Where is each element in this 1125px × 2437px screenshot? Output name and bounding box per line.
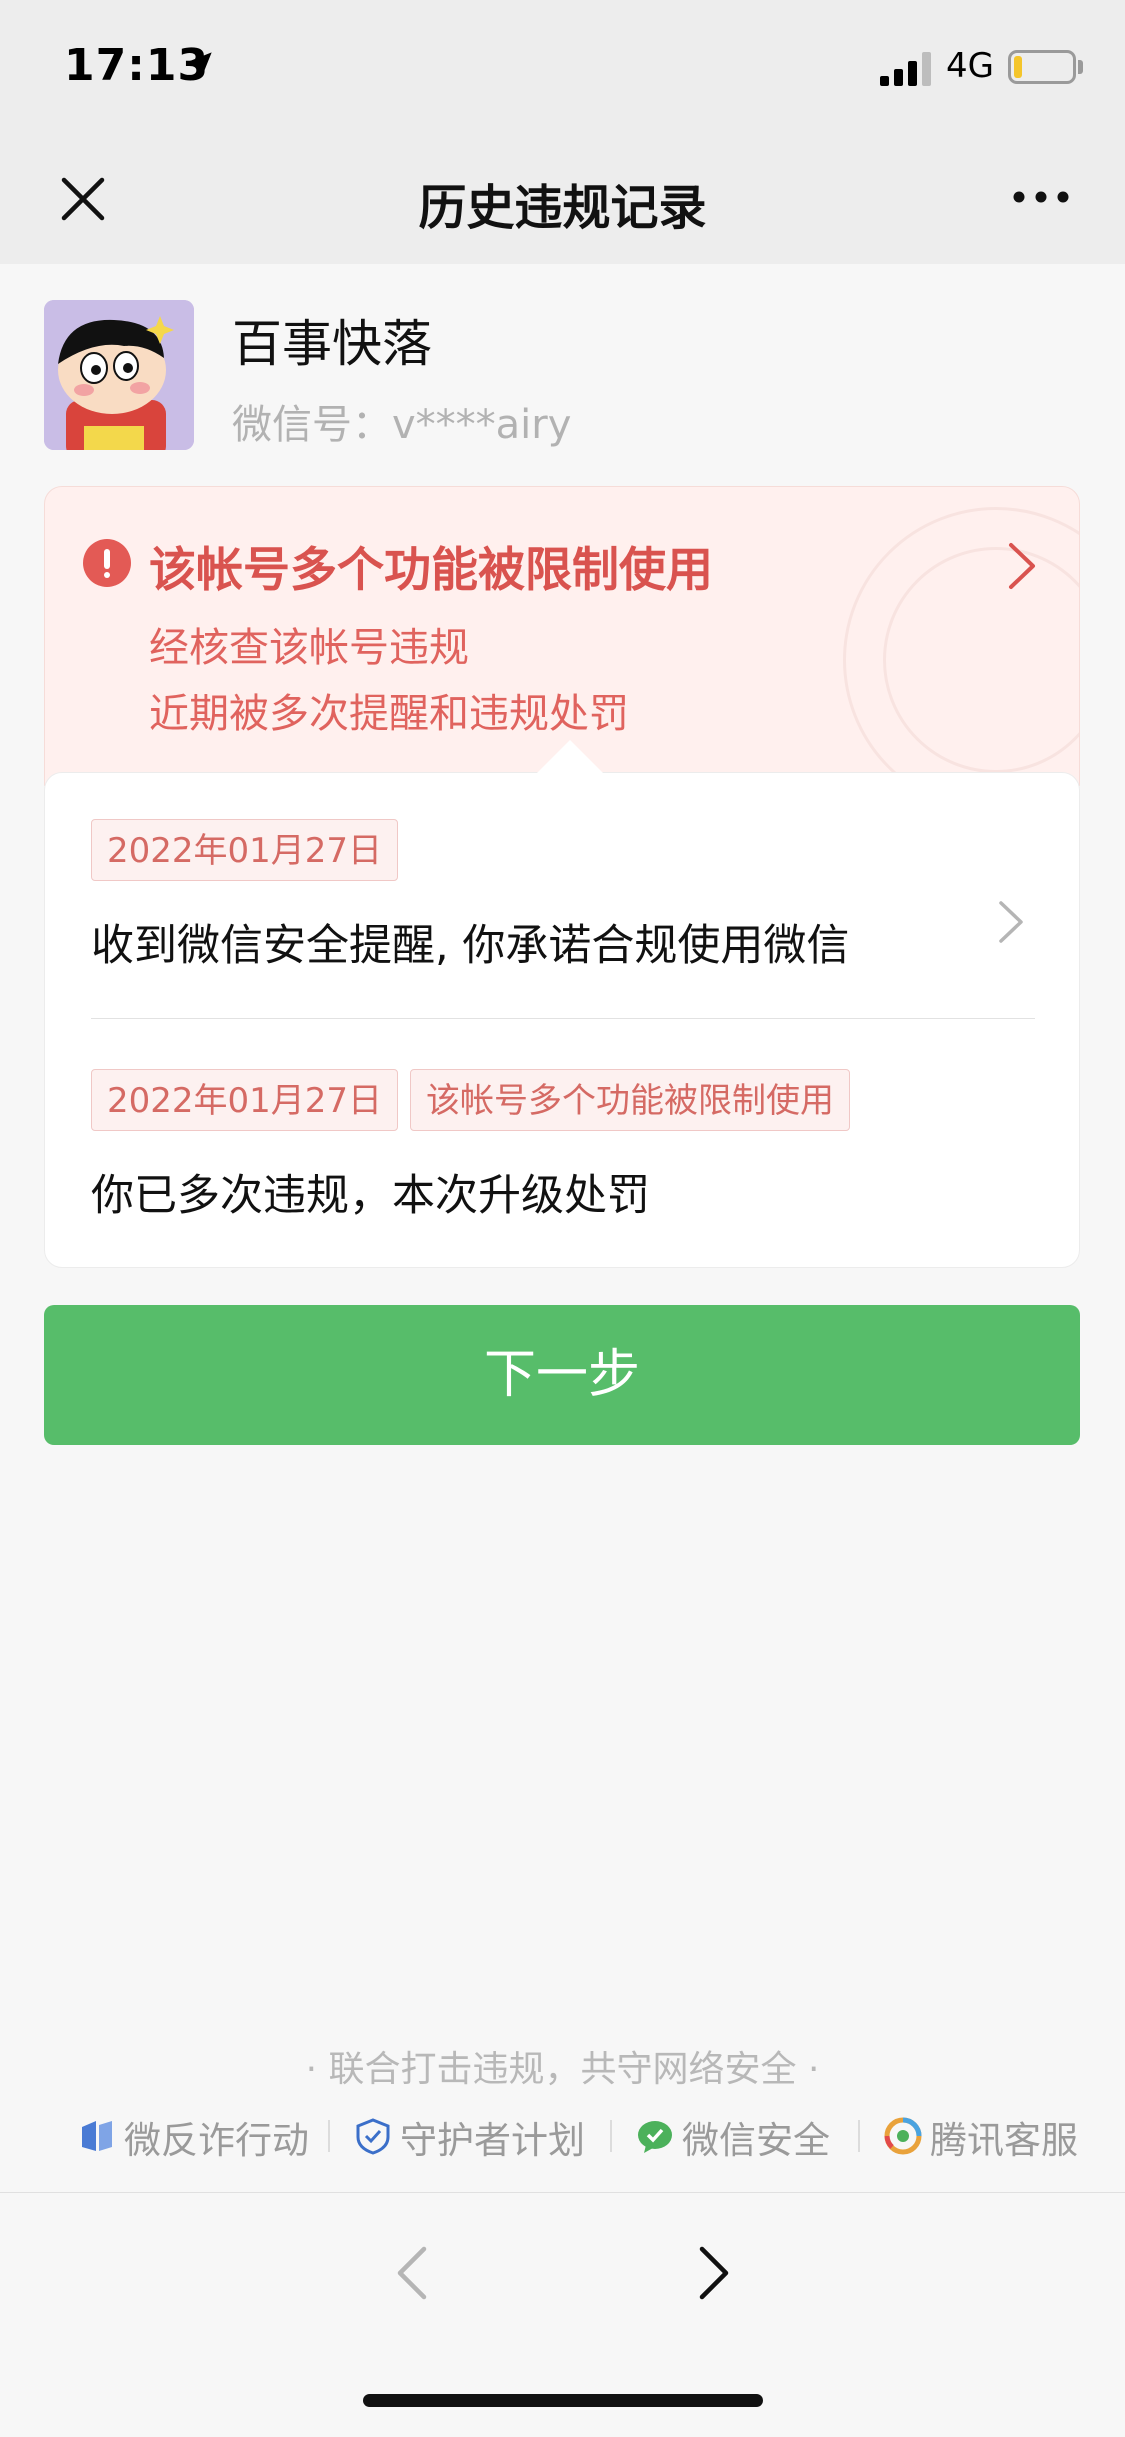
battery-icon: [1008, 50, 1076, 84]
record-date-tag: 2022年01月27日: [91, 1069, 399, 1131]
more-icon[interactable]: [1012, 182, 1070, 212]
card-pointer: [536, 740, 604, 774]
link-label: 微反诈行动: [124, 2119, 309, 2162]
wechat-security-icon: [638, 2121, 672, 2153]
notice-line: 经核查该帐号违规: [149, 625, 469, 671]
notice-line: 近期被多次提醒和违规处罚: [149, 691, 629, 737]
record-text: 你已多次违规，本次升级处罚: [91, 1171, 650, 1221]
record-item[interactable]: 2022年01月27日 该帐号多个功能被限制使用 你已多次违规，本次升级处罚: [45, 1069, 1081, 1259]
link-label: 守护者计划: [400, 2119, 585, 2162]
footer-links: 微反诈行动 守护者计划 微信安全 腾讯客服: [0, 2108, 1125, 2164]
chevron-right-icon: [1009, 543, 1035, 589]
status-bar: 17:13 4G: [0, 0, 1125, 132]
location-arrow-icon: [188, 52, 212, 76]
tencent-support-icon: [884, 2117, 922, 2155]
anti-fraud-icon: [82, 2121, 112, 2151]
back-arrow-icon[interactable]: [392, 2243, 432, 2303]
network-type: 4G: [946, 46, 994, 86]
record-date-tag: 2022年01月27日: [91, 819, 399, 881]
link-separator: [328, 2120, 330, 2152]
avatar: [44, 300, 194, 450]
divider: [91, 1018, 1035, 1019]
link-label: 腾讯客服: [930, 2119, 1078, 2162]
profile-nickname: 百事快落: [232, 315, 432, 373]
link-separator: [858, 2120, 860, 2152]
battery-tip: [1078, 60, 1083, 74]
guardian-plan-icon: [356, 2118, 390, 2155]
record-status-tag: 该帐号多个功能被限制使用: [410, 1069, 850, 1131]
record-item[interactable]: 2022年01月27日 收到微信安全提醒, 你承诺合规使用微信: [45, 819, 1081, 1019]
nav-bar: 历史违规记录: [0, 132, 1125, 264]
next-step-button[interactable]: 下一步: [44, 1305, 1080, 1445]
link-separator: [610, 2120, 612, 2152]
record-text: 收到微信安全提醒, 你承诺合规使用微信: [91, 921, 850, 971]
notice-title: 该帐号多个功能被限制使用: [149, 543, 713, 598]
avatar-cartoon-image: [44, 300, 194, 450]
signal-bars-icon: [880, 52, 931, 86]
page-title: 历史违规记录: [418, 180, 707, 236]
violation-records-card: 2022年01月27日 收到微信安全提醒, 你承诺合规使用微信 2022年01月…: [44, 772, 1080, 1268]
alert-icon: [83, 539, 131, 587]
forward-arrow-icon[interactable]: [694, 2243, 734, 2303]
chevron-right-icon: [999, 901, 1023, 943]
link-label: 微信安全: [682, 2119, 830, 2162]
profile-wechat-id: 微信号：v****airy: [232, 402, 572, 448]
home-indicator: [363, 2394, 763, 2407]
footer-slogan: · 联合打击违规，共守网络安全 ·: [305, 2049, 820, 2090]
